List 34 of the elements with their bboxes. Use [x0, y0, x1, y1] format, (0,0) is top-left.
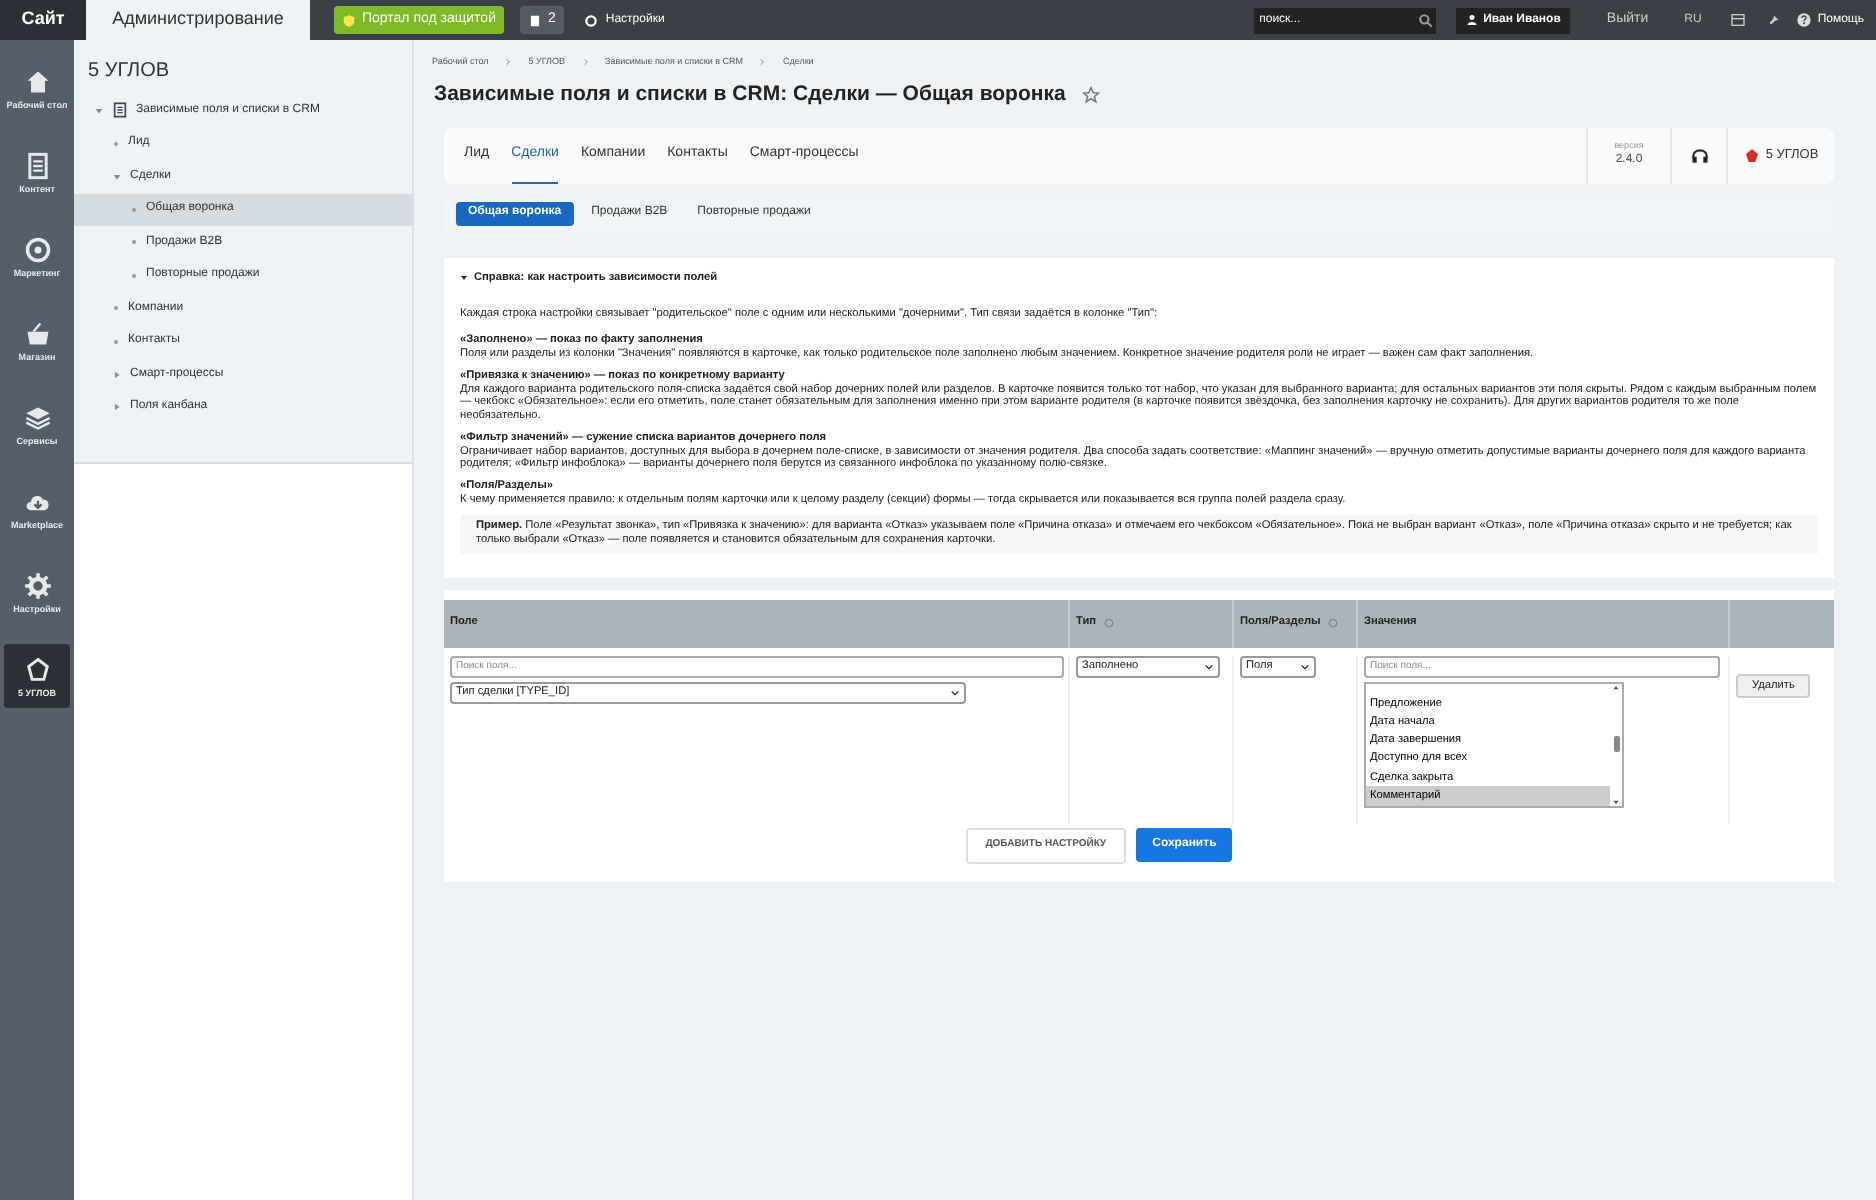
- list-icon: [112, 102, 128, 119]
- panel-title: 5 УГЛОВ: [86, 58, 172, 86]
- admin-tab[interactable]: Администрирование: [86, 0, 310, 40]
- logo-icon: [1743, 147, 1760, 163]
- chevron-icon: [581, 58, 590, 67]
- info-icon: [1104, 618, 1115, 628]
- expand-arrow-icon: [112, 171, 122, 182]
- search-icon: [1415, 7, 1436, 33]
- caret-icon: [1300, 661, 1310, 671]
- headset-icon[interactable]: [1689, 145, 1709, 165]
- site-tab[interactable]: Сайт: [0, 0, 86, 40]
- house-icon: [23, 67, 51, 95]
- up-arrow-icon: [1612, 683, 1620, 691]
- basket-icon: [23, 319, 51, 347]
- info-icon: [1328, 618, 1339, 628]
- collapse-arrow-icon: [112, 402, 122, 413]
- document-icon: [23, 151, 51, 179]
- star-icon[interactable]: [1081, 86, 1100, 105]
- chevron-icon: [504, 58, 513, 67]
- scrollbar[interactable]: [1610, 683, 1622, 805]
- chevron-icon: [758, 58, 767, 67]
- question-icon: [1795, 12, 1812, 28]
- person-icon: [1465, 14, 1478, 26]
- pentagon-icon: [23, 655, 51, 683]
- page-title: Зависимые поля и списки в CRM: Сделки — Общая воронка: [434, 79, 1066, 110]
- caret-icon: [950, 687, 960, 697]
- down-arrow-icon: [1612, 797, 1620, 805]
- shield-icon: [342, 13, 356, 27]
- caret-icon: [1204, 661, 1214, 671]
- collapse-arrow-icon: [112, 369, 122, 380]
- layout-icon: [1729, 12, 1746, 28]
- expand-arrow-icon: [94, 105, 104, 116]
- target-icon: [23, 235, 51, 263]
- layers-icon: [23, 403, 51, 431]
